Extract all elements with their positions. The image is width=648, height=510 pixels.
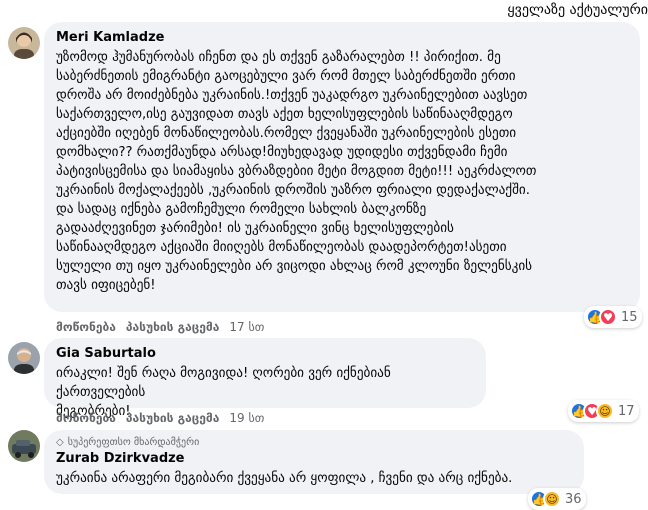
reaction-count: 17 [618,403,635,419]
comment-bubble: Meri Kamladze უზომოდ ჰუმანურობას იჩენთ დ… [44,22,640,312]
reply-button[interactable]: პასუხის გაცემა [126,320,219,334]
sort-selector[interactable]: ყველაზე აქტუალური [507,2,648,18]
reply-button[interactable]: პასუხის გაცემა [126,411,219,425]
comment-timestamp[interactable]: 19 სთ [229,411,264,425]
diamond-icon: ◇ [56,437,64,448]
comment-actions: მოწონება პასუხის გაცემა 19 სთ [56,411,264,425]
haha-reaction-icon: ☺ [596,402,614,420]
like-button[interactable]: მოწონება [56,411,116,425]
top-fan-badge[interactable]: ◇ სუპერეფთსო მხარდამჭერი [56,437,572,448]
love-reaction-icon: ♥ [599,308,617,326]
avatar[interactable] [8,342,40,374]
comment-timestamp[interactable]: 17 სთ [229,320,264,334]
reaction-summary[interactable]: 👍 ♥ ☺ 17 [568,400,639,422]
avatar[interactable] [8,27,40,59]
comment-author[interactable]: Gia Saburtalo [56,346,474,362]
comment-author[interactable]: Zurab Dzirkvadze [56,451,572,467]
comment-author[interactable]: Meri Kamladze [56,30,628,46]
reaction-summary[interactable]: 👍 ☺ 36 [528,488,586,510]
comment-actions: მოწონება პასუხის გაცემა 17 სთ [56,320,264,334]
like-button[interactable]: მოწონება [56,320,116,334]
reaction-count: 15 [621,309,638,325]
avatar[interactable] [8,430,40,462]
badge-label: სუპერეფთსო მხარდამჭერი [67,437,200,448]
comment-text: უზომოდ ჰუმანურობას იჩენთ და ეს თქვენ გაზ… [56,50,537,293]
reaction-count: 36 [565,491,582,507]
reaction-summary[interactable]: 👍 ♥ 15 [584,306,642,328]
comment-text: უკრაინა არაფერი მეგიბარი ქვეყანა არ ყოფი… [56,471,513,486]
haha-reaction-icon: ☺ [543,490,561,508]
comment-bubble: Gia Saburtalo ირაკლი! შენ რაღა მოგივიდა!… [44,338,486,419]
comment-bubble: ◇ სუპერეფთსო მხარდამჭერი Zurab Dzirkvadz… [44,430,584,494]
